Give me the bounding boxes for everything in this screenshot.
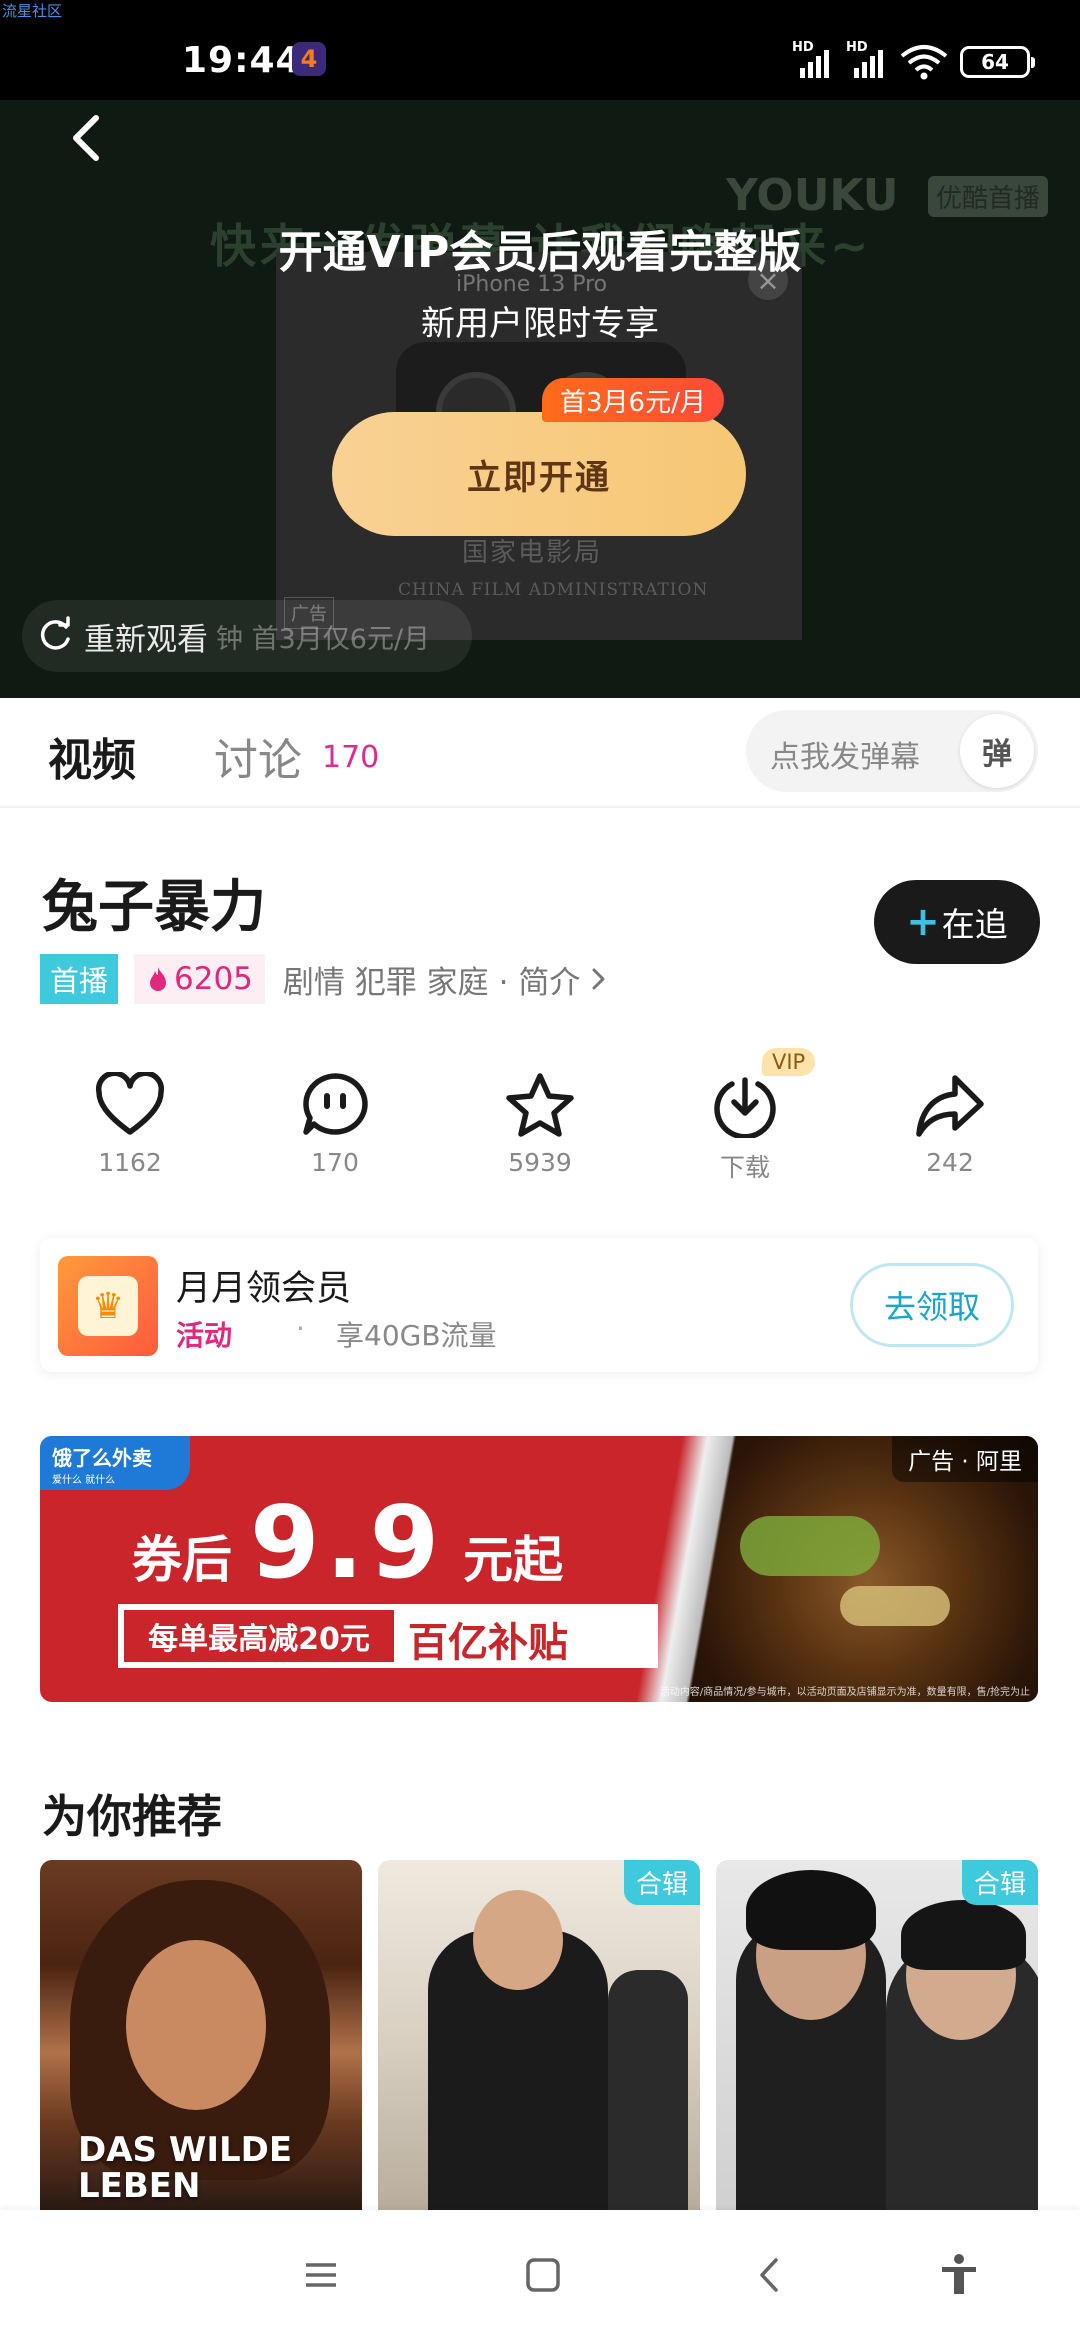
replay-tail-text: 钟 首3月仅6元/月 — [216, 623, 431, 655]
heart-icon — [95, 1072, 165, 1135]
favorite-action[interactable]: 5939 — [450, 1060, 630, 1200]
back-icon[interactable] — [746, 2250, 796, 2300]
discuss-count: 170 — [322, 740, 380, 775]
youku-premiere-tag: 优酷首播 — [928, 176, 1049, 217]
status-bar: 流星社区 19:44 4 HD HD 64 — [0, 0, 1080, 100]
share-icon — [916, 1075, 984, 1137]
comment-icon — [303, 1073, 368, 1135]
vip-paywall-title: 开通VIP会员后观看完整版 — [278, 227, 802, 278]
video-player[interactable]: 快来一发弹幕 让我们嗨起来~ YOUKU 优酷首播 iPhone 13 Pro … — [0, 100, 1080, 698]
heat-value: 6205 — [174, 961, 253, 997]
tab-discuss[interactable]: 讨论 — [214, 724, 302, 788]
ad-headline: 券后 9.9 元起 — [132, 1484, 563, 1601]
plus-icon: + — [906, 899, 940, 945]
content-tabs: 视频 讨论 170 点我发弹幕 弹 — [0, 698, 1080, 808]
replay-icon — [40, 616, 70, 650]
claim-button[interactable]: 去领取 — [850, 1263, 1014, 1347]
home-icon[interactable] — [518, 2250, 568, 2300]
ad-label: 广告 · 阿里 — [892, 1436, 1038, 1482]
share-count: 242 — [926, 1148, 974, 1177]
status-time: 19:44 — [182, 40, 302, 81]
ad-banner[interactable]: 饿了么外卖 爱什么 就什么 广告 · 阿里 券后 9.9 元起 每单最高减20元… — [40, 1436, 1038, 1702]
action-row: 1162 170 5939 下载 242 — [40, 1060, 1040, 1200]
replay-label: 重新观看 — [84, 621, 208, 658]
wifi-icon — [900, 45, 948, 80]
show-meta: 首播 6205 剧情 犯罪 家庭 · 简介 — [40, 954, 614, 1004]
promo-tag: 活动 — [176, 1319, 233, 1352]
ad-offer-discount: 每单最高减20元 — [124, 1610, 394, 1662]
youku-logo: YOUKU — [726, 170, 899, 221]
recommend-card[interactable]: 合辑 — [716, 1860, 1038, 2210]
system-nav-bar — [0, 2210, 1080, 2340]
battery-icon: 64 — [960, 46, 1035, 78]
chevron-right-icon[interactable] — [584, 964, 614, 994]
like-action[interactable]: 1162 — [40, 1060, 220, 1200]
cellular-signal-1-icon: HD — [792, 40, 836, 78]
follow-button[interactable]: + 在追 — [874, 880, 1040, 964]
film-admin-cn: 国家电影局 — [462, 538, 603, 568]
accessibility-icon[interactable] — [934, 2250, 984, 2300]
ad-headline-price: 9.9 — [250, 1484, 446, 1601]
flame-icon — [150, 967, 167, 991]
ad-headline-prefix: 券后 — [132, 1531, 232, 1589]
show-title: 兔子暴力 — [42, 875, 266, 940]
app-notification-icon: 4 — [292, 42, 326, 76]
price-badge: 首3月6元/月 — [542, 378, 724, 422]
vip-paywall-subtitle: 新用户限时专享 — [421, 304, 659, 344]
promo-separator: · — [296, 1312, 305, 1345]
promo-title: 月月领会员 — [176, 1269, 352, 1309]
collection-badge: 合辑 — [961, 1860, 1038, 1905]
ad-fine-print: 活动内容/商品情况/参与城市，以活动页面及店铺显示为准，数量有限，售/抢完为止 — [659, 1687, 1030, 1698]
eleme-logo: 饿了么外卖 爱什么 就什么 — [40, 1436, 190, 1490]
ad-offer-subsidy: 百亿补贴 — [408, 1620, 568, 1666]
back-arrow-icon[interactable] — [56, 108, 116, 168]
menu-icon[interactable] — [296, 2250, 346, 2300]
vip-download-badge: VIP — [762, 1048, 816, 1076]
danmaku-toggle-label: 弹 — [982, 737, 1012, 772]
download-label: 下载 — [719, 1153, 770, 1182]
share-action[interactable]: 242 — [860, 1060, 1040, 1200]
recommend-card[interactable]: DAS WILDE LEBEN — [40, 1860, 362, 2210]
danmaku-toggle-icon[interactable]: 弹 — [960, 714, 1034, 788]
intro-link[interactable]: · 简介 — [499, 957, 581, 1002]
replay-button[interactable]: 重新观看 钟 首3月仅6元/月 — [22, 600, 472, 672]
eleme-logo-text: 饿了么外卖 — [52, 1446, 152, 1470]
battery-level: 64 — [981, 50, 1009, 74]
genre-list: 剧情 犯罪 家庭 — [282, 964, 489, 1001]
vip-subscribe-button[interactable]: 立即开通 — [332, 412, 746, 536]
like-count: 1162 — [98, 1148, 162, 1177]
collection-badge: 合辑 — [623, 1860, 700, 1905]
tab-video[interactable]: 视频 — [48, 724, 136, 788]
follow-label: 在追 — [941, 905, 1008, 944]
comment-action[interactable]: 170 — [245, 1060, 425, 1200]
watermark-text: 流星社区 — [2, 2, 63, 20]
premiere-badge: 首播 — [40, 954, 119, 1004]
crown-icon: ♛ — [78, 1276, 138, 1336]
star-icon — [506, 1073, 574, 1137]
favorite-count: 5939 — [508, 1148, 572, 1177]
cellular-signal-2-icon: HD — [846, 40, 890, 78]
promo-description: 享40GB流量 — [336, 1319, 497, 1352]
ad-offer-strip: 每单最高减20元 百亿补贴 — [118, 1604, 658, 1668]
danmaku-input[interactable]: 点我发弹幕 弹 — [746, 710, 1038, 792]
recommend-section-title: 为你推荐 — [42, 1790, 223, 1843]
comment-count: 170 — [311, 1148, 359, 1177]
film-admin-en: CHINA FILM ADMINISTRATION — [398, 580, 709, 600]
download-action[interactable]: 下载 — [655, 1060, 835, 1200]
poster-text: DAS WILDE LEBEN — [78, 2130, 293, 2206]
heat-badge: 6205 — [134, 954, 265, 1004]
danmaku-placeholder: 点我发弹幕 — [770, 740, 920, 775]
promo-thumbnail: ♛ — [58, 1256, 158, 1356]
ad-headline-suffix: 元起 — [463, 1531, 564, 1589]
member-promo-card[interactable]: ♛ 月月领会员 活动 · 享40GB流量 去领取 — [40, 1238, 1038, 1372]
recommend-card[interactable]: 合辑 — [378, 1860, 700, 2210]
download-icon — [714, 1077, 776, 1138]
